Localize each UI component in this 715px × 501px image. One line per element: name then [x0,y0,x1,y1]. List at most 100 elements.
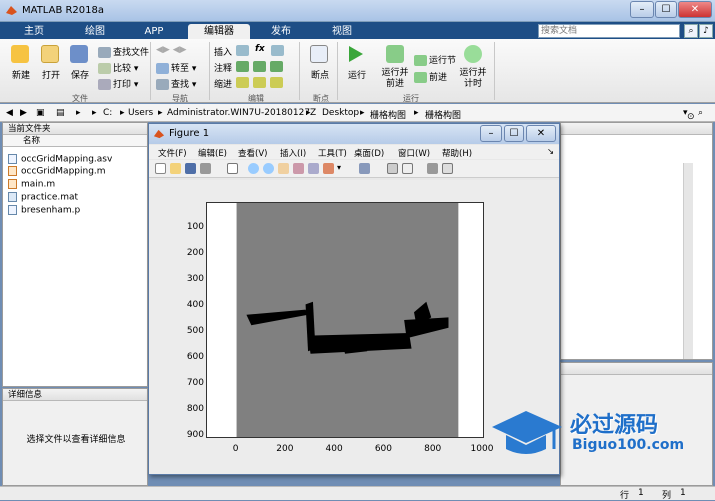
up-folder-icon[interactable]: ▣ [36,108,45,118]
crumb-folder-current[interactable]: 栅格构图 [425,108,461,121]
menu-window[interactable]: 窗口(W) [398,147,430,159]
link-plot-icon[interactable] [359,163,370,174]
open-button[interactable]: 打开 [42,68,60,81]
find-files-button[interactable]: 查找文件 [98,45,149,58]
tab-apps[interactable]: APP [128,24,180,39]
x-tick-label: 400 [325,444,343,454]
menu-tools[interactable]: 工具(T) [318,147,347,159]
insert-function-icon[interactable] [271,45,284,56]
forward-icon[interactable]: ▶ [20,108,27,118]
tab-publish[interactable]: 发布 [254,24,308,39]
menu-edit[interactable]: 编辑(E) [198,147,227,159]
back-icon[interactable]: ◀ [6,108,13,118]
tab-plots[interactable]: 绘图 [66,24,124,39]
find-button[interactable]: 查找 ▾ [156,77,196,90]
edit-plot-icon[interactable] [227,163,238,174]
browse-folder-icon[interactable]: ▤ [56,108,65,118]
list-item[interactable]: occGridMapping.m [8,166,106,177]
uncomment-icon[interactable] [253,61,266,72]
path-root-icon[interactable]: ▸ [76,108,81,118]
zoom-out-icon[interactable] [263,163,274,174]
menu-desktop[interactable]: 桌面(D) [354,147,384,159]
search-path-icon[interactable]: ⌕ [698,108,703,118]
nav-back-icon[interactable]: ◀▶ ◀▶ [156,45,187,55]
crumb-drive[interactable]: C: [103,108,112,118]
divider [299,42,300,100]
new-figure-icon[interactable] [155,163,166,174]
figure-close-button[interactable]: ✕ [526,125,556,142]
search-documentation-input[interactable]: 搜索文档 [538,24,680,38]
figure-title-bar[interactable]: Figure 1 – ☐ ✕ [149,124,559,144]
tab-home[interactable]: 主页 [8,24,60,39]
goto-icon [156,63,169,74]
pan-hand-icon[interactable] [278,163,289,174]
panel-menu-icon[interactable]: ⊙ [687,112,695,122]
comment-button[interactable]: 注释 [214,61,232,74]
minimize-button[interactable]: – [630,1,654,18]
advance-button[interactable]: 前进 [414,70,447,83]
group-label-file: 文件 [72,94,88,103]
details-header: 详细信息 [3,389,147,401]
tab-editor[interactable]: 编辑器 [188,24,250,39]
outdent-icon[interactable] [270,77,283,88]
legend-icon[interactable] [402,163,413,174]
fx-icon[interactable]: fx [255,44,265,54]
insert-button[interactable]: 插入 [214,45,232,58]
print-figure-icon[interactable] [200,163,211,174]
bell-icon[interactable]: ♪ [699,24,713,38]
print-button[interactable]: 打印 ▾ [98,77,138,90]
crumb-users[interactable]: Users [128,108,153,118]
wrap-comment-icon[interactable] [270,61,283,72]
brush-dropdown-icon[interactable]: ▾ [337,163,341,172]
comment-icon[interactable] [236,61,249,72]
list-item[interactable]: main.m [8,179,55,190]
menu-file[interactable]: 文件(F) [158,147,187,159]
list-item[interactable]: occGridMapping.asv [8,154,112,165]
smart-indent-icon[interactable] [236,77,249,88]
breakpoints-button[interactable]: 断点 [311,68,329,81]
brush-icon[interactable] [323,163,334,174]
axes[interactable] [206,202,484,438]
name-column-header[interactable]: 名称 [3,135,147,147]
menu-help[interactable]: 帮助(H) [442,147,472,159]
search-icon[interactable]: ⌕ [684,24,698,38]
workspace-scrollbar[interactable] [683,163,693,359]
colorbar-icon[interactable] [387,163,398,174]
new-button[interactable]: 新建 [12,68,30,81]
crumb-folder[interactable]: 栅格构图 [370,108,406,121]
run-button[interactable]: 运行 [348,68,366,81]
group-label-edit: 编辑 [248,94,264,103]
show-plot-tools-icon[interactable] [442,163,453,174]
save-figure-icon[interactable] [185,163,196,174]
indent-button[interactable]: 缩进 [214,77,232,90]
run-and-time-button[interactable]: 运行并计时 [458,68,488,90]
run-section-button[interactable]: 运行节 [414,53,456,66]
goto-button[interactable]: 转至 ▾ [156,61,196,74]
list-item[interactable]: practice.mat [8,192,78,203]
save-button[interactable]: 保存 [71,68,89,81]
close-button[interactable]: ✕ [678,1,712,18]
crumb-user[interactable]: Administrator.WIN7U-20180127Z [167,108,316,118]
rotate-3d-icon[interactable] [293,163,304,174]
compare-button[interactable]: 比较 ▾ [98,61,138,74]
zoom-in-icon[interactable] [248,163,259,174]
menu-insert[interactable]: 插入(I) [280,147,306,159]
figure-minimize-button[interactable]: – [480,125,502,142]
find-files-icon [98,47,111,58]
open-file-icon[interactable] [170,163,181,174]
menu-view[interactable]: 查看(V) [238,147,267,159]
maximize-button[interactable]: ☐ [655,1,677,18]
indent-icon[interactable] [253,77,266,88]
list-item[interactable]: bresenham.p [8,205,80,216]
menu-dock-icon[interactable]: ↘ [547,147,554,157]
figure-maximize-button[interactable]: ☐ [504,125,524,142]
run-and-advance-button[interactable]: 运行并前进 [380,68,410,90]
hide-plot-tools-icon[interactable] [427,163,438,174]
run-and-time-icon [464,45,482,63]
save-icon [70,45,88,63]
tab-view[interactable]: 视图 [314,24,370,39]
y-tick-label: 400 [186,300,204,310]
data-cursor-icon[interactable] [308,163,319,174]
crumb-desktop[interactable]: Desktop [322,108,359,118]
insert-section-icon[interactable] [236,45,249,56]
